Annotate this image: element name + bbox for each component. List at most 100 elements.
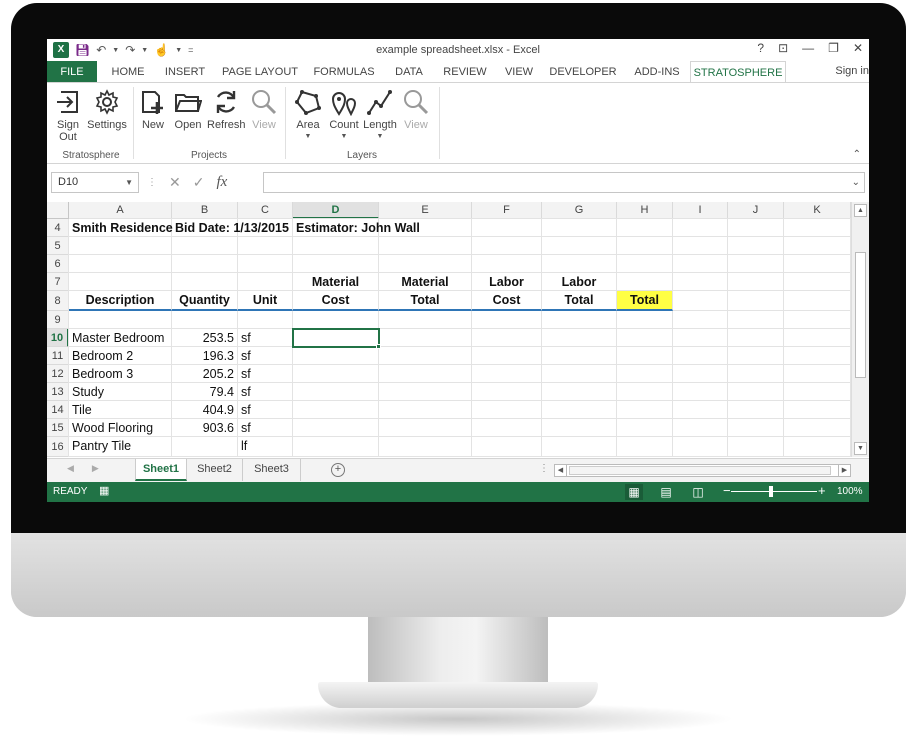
horizontal-scrollbar[interactable]: ◀ ▶ — [554, 464, 851, 477]
select-all-corner[interactable] — [47, 202, 69, 219]
scroll-up-icon[interactable]: ▲ — [854, 204, 867, 217]
row-header-15[interactable]: 15 — [47, 419, 69, 437]
settings-button[interactable]: Settings — [87, 88, 127, 131]
ribbon-display-icon[interactable]: ⊡ — [778, 41, 788, 55]
row-header-16[interactable]: 16 — [47, 437, 69, 457]
row-header-4[interactable]: 4 — [47, 219, 69, 237]
column-header-f[interactable]: F — [472, 202, 542, 219]
count-dropdown-icon[interactable]: ▼ — [327, 131, 361, 143]
column-header-k[interactable]: K — [784, 202, 851, 219]
column-header-g[interactable]: G — [542, 202, 617, 219]
name-box-dropdown-icon[interactable]: ▼ — [125, 173, 133, 192]
column-header-i[interactable]: I — [673, 202, 728, 219]
close-icon[interactable]: ✕ — [853, 41, 863, 55]
page-layout-view-icon[interactable]: ▤ — [657, 484, 675, 500]
cell-a11[interactable]: Bedroom 2 — [69, 347, 172, 365]
fill-handle[interactable] — [376, 344, 381, 349]
cell-b11[interactable]: 196.3 — [172, 347, 238, 365]
column-header-h[interactable]: H — [617, 202, 673, 219]
collapse-ribbon-icon[interactable]: ⌃ — [853, 149, 861, 160]
sheet-prev-icon[interactable]: ◀ — [67, 463, 74, 474]
cell-a4[interactable]: Smith Residence — [69, 219, 173, 237]
sheet-tab-sheet1[interactable]: Sheet1 — [135, 459, 187, 481]
cell-b15[interactable]: 903.6 — [172, 419, 238, 437]
column-header-d[interactable]: D — [293, 202, 379, 219]
cell-c10[interactable]: sf — [238, 329, 293, 347]
cell-e8[interactable]: Total — [379, 291, 472, 311]
tab-page-layout[interactable]: PAGE LAYOUT — [219, 61, 301, 83]
cell-a14[interactable]: Tile — [69, 401, 172, 419]
cell-d8[interactable]: Cost — [293, 291, 379, 311]
refresh-button[interactable]: Refresh — [207, 88, 246, 131]
row-header-9[interactable]: 9 — [47, 311, 69, 329]
cell-f8[interactable]: Cost — [472, 291, 542, 311]
cell-a12[interactable]: Bedroom 3 — [69, 365, 172, 383]
cell-c8[interactable]: Unit — [238, 291, 293, 311]
add-sheet-icon[interactable]: + — [331, 463, 345, 477]
formula-input[interactable]: ⌄ — [263, 172, 865, 193]
tab-developer[interactable]: DEVELOPER — [547, 61, 619, 83]
tab-formulas[interactable]: FORMULAS — [309, 61, 379, 83]
cell-f7[interactable]: Labor — [472, 273, 542, 291]
row-header-14[interactable]: 14 — [47, 401, 69, 419]
active-cell-d10[interactable] — [292, 328, 380, 348]
cell-b16[interactable] — [172, 437, 238, 457]
row-header-11[interactable]: 11 — [47, 347, 69, 365]
tab-insert[interactable]: INSERT — [160, 61, 210, 83]
cell-g8[interactable]: Total — [542, 291, 617, 311]
row-header-12[interactable]: 12 — [47, 365, 69, 383]
cell-b4[interactable]: Bid Date: 1/13/2015 — [172, 219, 293, 237]
new-button[interactable]: New — [139, 88, 167, 131]
tab-add-ins[interactable]: ADD-INS — [627, 61, 687, 83]
cell-c12[interactable]: sf — [238, 365, 293, 383]
help-icon[interactable]: ? — [757, 41, 764, 55]
vertical-scroll-thumb[interactable] — [855, 252, 866, 378]
cell-c11[interactable]: sf — [238, 347, 293, 365]
row-header-7[interactable]: 7 — [47, 273, 69, 291]
tab-stratosphere[interactable]: STRATOSPHERE — [690, 61, 786, 83]
column-header-j[interactable]: J — [728, 202, 784, 219]
cell-b10[interactable]: 253.5 — [172, 329, 238, 347]
splitter-dots-icon[interactable]: ⋮ — [539, 463, 549, 474]
insert-function-icon[interactable]: fx — [216, 174, 227, 191]
zoom-in-icon[interactable]: + — [818, 483, 826, 498]
zoom-slider[interactable] — [731, 491, 817, 492]
zoom-slider-thumb[interactable] — [769, 486, 773, 497]
layers-view-button[interactable]: View — [401, 88, 431, 131]
sheet-tab-sheet3[interactable]: Sheet3 — [243, 459, 301, 481]
cell-b8[interactable]: Quantity — [172, 291, 238, 311]
scroll-left-icon[interactable]: ◀ — [555, 465, 567, 476]
length-button[interactable]: Length ▼ — [363, 88, 397, 143]
cell-c14[interactable]: sf — [238, 401, 293, 419]
open-button[interactable]: Open — [173, 88, 203, 131]
area-dropdown-icon[interactable]: ▼ — [293, 131, 323, 143]
cell-d7[interactable]: Material — [293, 273, 379, 291]
tab-home[interactable]: HOME — [105, 61, 151, 83]
cancel-icon[interactable]: ✕ — [169, 174, 181, 191]
cell-b13[interactable]: 79.4 — [172, 383, 238, 401]
page-break-view-icon[interactable]: ◫ — [689, 484, 707, 500]
restore-icon[interactable]: ❐ — [828, 41, 839, 55]
worksheet-grid[interactable]: A B C D E F G H I J K 4 5 6 7 8 9 10 11 … — [47, 202, 851, 457]
normal-view-icon[interactable]: ▦ — [625, 484, 643, 500]
sheet-tab-sheet2[interactable]: Sheet2 — [187, 459, 243, 481]
length-dropdown-icon[interactable]: ▼ — [363, 131, 397, 143]
cell-b12[interactable]: 205.2 — [172, 365, 238, 383]
projects-view-button[interactable]: View — [249, 88, 279, 131]
row-header-10[interactable]: 10 — [47, 329, 69, 347]
zoom-out-icon[interactable]: − — [723, 483, 731, 498]
expand-formula-bar-icon[interactable]: ⌄ — [852, 177, 860, 188]
cell-c13[interactable]: sf — [238, 383, 293, 401]
cell-g7[interactable]: Labor — [542, 273, 617, 291]
tab-data[interactable]: DATA — [387, 61, 431, 83]
tab-review[interactable]: REVIEW — [439, 61, 491, 83]
row-header-5[interactable]: 5 — [47, 237, 69, 255]
sign-out-button[interactable]: Sign Out — [55, 88, 81, 143]
column-header-b[interactable]: B — [172, 202, 238, 219]
count-button[interactable]: Count ▼ — [327, 88, 361, 143]
cell-e7[interactable]: Material — [379, 273, 472, 291]
enter-icon[interactable]: ✓ — [193, 174, 205, 191]
row-header-13[interactable]: 13 — [47, 383, 69, 401]
sheet-next-icon[interactable]: ▶ — [92, 463, 99, 474]
vertical-scrollbar[interactable]: ▲ ▼ — [851, 202, 869, 457]
